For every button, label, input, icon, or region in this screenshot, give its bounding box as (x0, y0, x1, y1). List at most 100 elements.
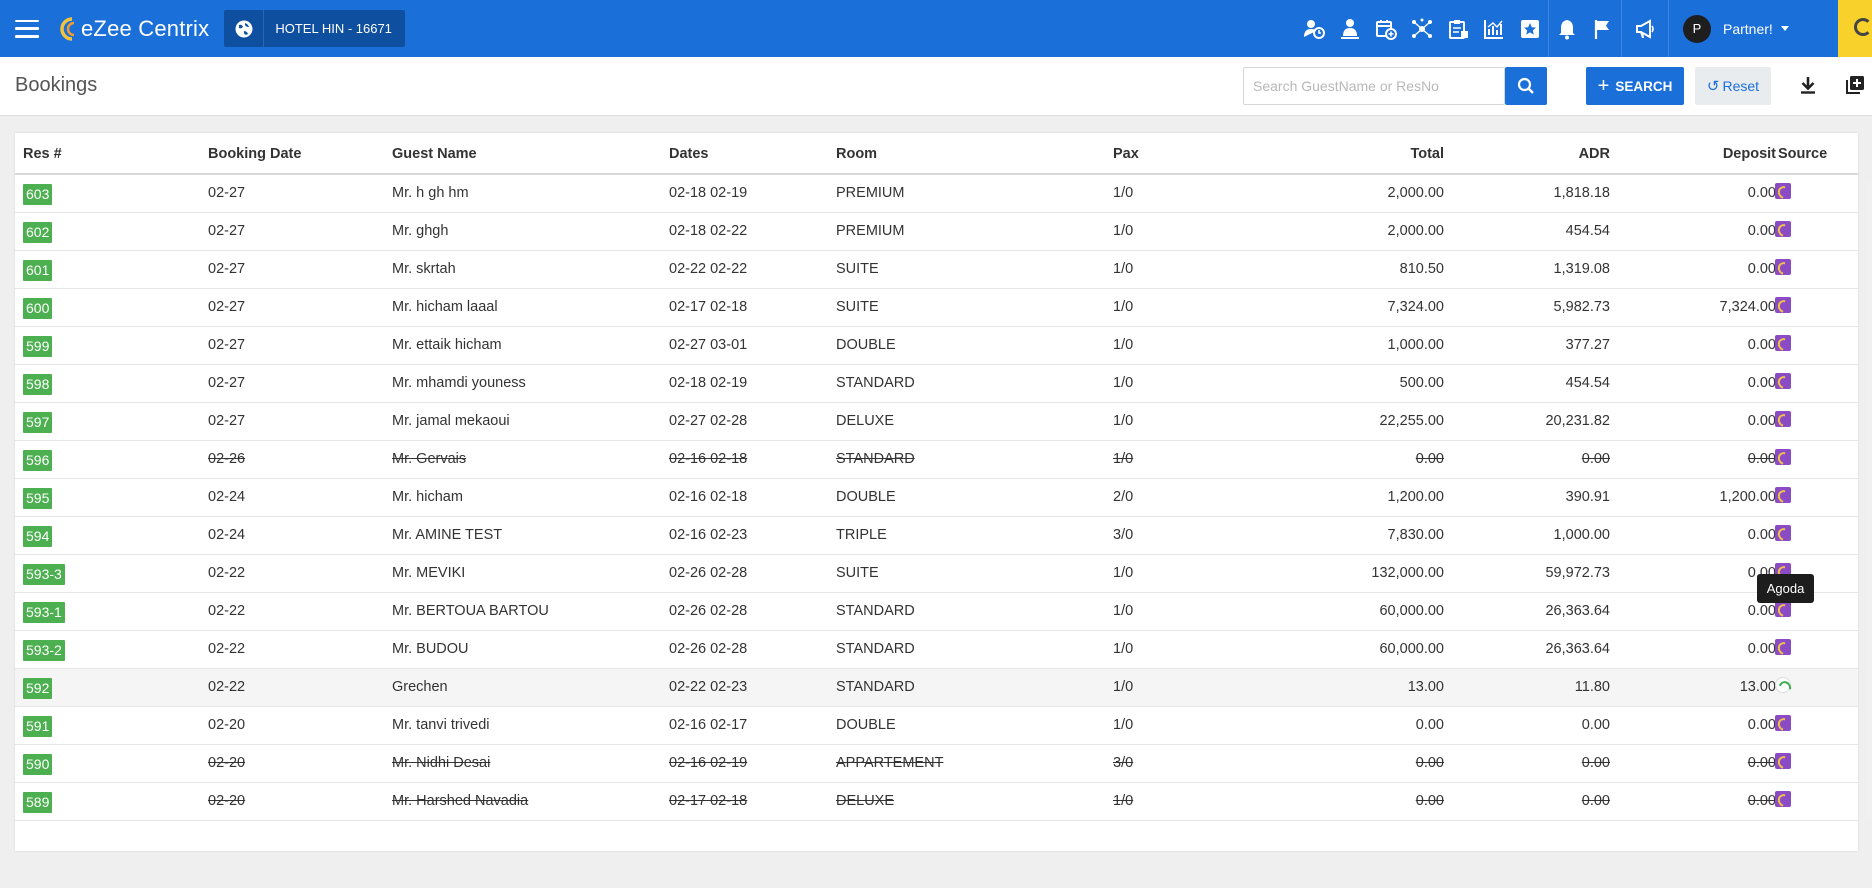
help-panel-tab[interactable] (1838, 0, 1872, 57)
add-booking-icon[interactable] (1845, 75, 1865, 100)
guest-name-cell[interactable]: Mr. tanvi trivedi (392, 717, 490, 733)
table-row[interactable]: 600 02-27 Mr. hicham laaal 02-17 02-18 SUITE… (15, 289, 1858, 327)
table-row[interactable]: 596 02-26 Mr. Gervais 02-16 02-18 STANDARD 1/… (15, 441, 1858, 479)
table-row[interactable]: 593-3 02-22 Mr. MEVIKI 02-26 02-28 SUITE 1/0 1… (15, 555, 1858, 593)
guest-name-cell[interactable]: Mr. hicham (392, 489, 463, 505)
column-header-source[interactable]: Source (1778, 146, 1827, 162)
search-input[interactable] (1243, 67, 1505, 105)
res-number-badge[interactable]: 597 (23, 412, 53, 433)
search-button[interactable] (1505, 67, 1547, 105)
ezee-source-icon[interactable] (1775, 335, 1791, 351)
ezee-source-icon[interactable] (1775, 259, 1791, 275)
res-number-badge[interactable]: 602 (23, 222, 53, 243)
guest-name-cell[interactable]: Mr. Gervais (392, 451, 466, 467)
res-number-badge[interactable]: 590 (23, 754, 53, 775)
guest-name-cell[interactable]: Grechen (392, 679, 448, 695)
chart-icon[interactable] (1476, 0, 1512, 57)
menu-icon[interactable] (15, 19, 39, 38)
table-row[interactable]: 593-2 02-22 Mr. BUDOU 02-26 02-28 STANDARD 1/… (15, 631, 1858, 669)
column-header-booking-date[interactable]: Booking Date (208, 146, 301, 162)
table-row[interactable]: 603 02-27 Mr. h gh hm 02-18 02-19 PREMIUM 1/0… (15, 175, 1858, 213)
table-row[interactable]: 602 02-27 Mr. ghgh 02-18 02-22 PREMIUM 1/0 2,0… (15, 213, 1858, 251)
column-header-adr[interactable]: ADR (1579, 146, 1610, 162)
res-number-badge[interactable]: 595 (23, 488, 53, 509)
ezee-source-icon[interactable] (1775, 639, 1791, 655)
ezee-source-icon[interactable] (1775, 297, 1791, 313)
res-number-badge[interactable]: 591 (23, 716, 53, 737)
ezee-source-icon[interactable] (1775, 715, 1791, 731)
ezee-source-icon[interactable] (1775, 601, 1791, 617)
ezee-source-icon[interactable] (1775, 373, 1791, 389)
column-header-room[interactable]: Room (836, 146, 877, 162)
table-row[interactable]: 591 02-20 Mr. tanvi trivedi 02-16 02-17 DOUB… (15, 707, 1858, 745)
res-number-badge[interactable]: 594 (23, 526, 53, 547)
megaphone-icon[interactable] (1622, 0, 1668, 57)
ezee-source-icon[interactable] (1775, 221, 1791, 237)
res-number-badge[interactable]: 599 (23, 336, 53, 357)
agoda-source-icon[interactable] (1775, 677, 1791, 693)
guest-name-cell[interactable]: Mr. BUDOU (392, 641, 469, 657)
table-row[interactable]: 592 02-22 Grechen 02-22 02-23 STANDARD 1/0 13.… (15, 669, 1858, 707)
guest-name-cell[interactable]: Mr. BERTOUA BARTOU (392, 603, 549, 619)
guest-name-cell[interactable]: Mr. Nidhi Desai (392, 755, 490, 771)
guest-name-cell[interactable]: Mr. ettaik hicham (392, 337, 502, 353)
brand-logo[interactable]: eZee Centrix (57, 16, 209, 42)
res-number-badge[interactable]: 589 (23, 792, 53, 813)
guest-name-cell[interactable]: Mr. jamal mekaoui (392, 413, 510, 429)
ezee-source-icon[interactable] (1775, 525, 1791, 541)
ezee-source-icon[interactable] (1775, 487, 1791, 503)
res-number-badge[interactable]: 593-1 (23, 602, 65, 623)
table-row[interactable]: 598 02-27 Mr. mhamdi youness 02-18 02-19 STA… (15, 365, 1858, 403)
hotel-selector[interactable]: HOTEL HIN - 16671 (224, 10, 405, 47)
ezee-source-icon[interactable] (1775, 791, 1791, 807)
guest-name-cell[interactable]: Mr. MEVIKI (392, 565, 465, 581)
guest-name-cell[interactable]: Mr. hicham laaal (392, 299, 498, 315)
res-number-badge[interactable]: 592 (23, 678, 53, 699)
table-row[interactable]: 590 02-20 Mr. Nidhi Desai 02-16 02-19 APPART… (15, 745, 1858, 783)
table-row[interactable]: 599 02-27 Mr. ettaik hicham 02-27 03-01 DOUB… (15, 327, 1858, 365)
column-header-guest-name[interactable]: Guest Name (392, 146, 477, 162)
column-header-pax[interactable]: Pax (1113, 146, 1139, 162)
res-number-badge[interactable]: 600 (23, 298, 53, 319)
res-number-badge[interactable]: 598 (23, 374, 53, 395)
ezee-source-icon[interactable] (1775, 449, 1791, 465)
ezee-source-icon[interactable] (1775, 753, 1791, 769)
calendar-add-icon[interactable] (1368, 0, 1404, 57)
scrollbar[interactable] (1866, 180, 1872, 820)
flag-icon[interactable] (1585, 0, 1621, 57)
guest-name-cell[interactable]: Mr. AMINE TEST (392, 527, 502, 543)
table-row[interactable]: 601 02-27 Mr. skrtah 02-22 02-22 SUITE 1/0 810… (15, 251, 1858, 289)
column-header-deposit[interactable]: Deposit (1723, 146, 1776, 162)
clipboard-icon[interactable] (1440, 0, 1476, 57)
star-plus-icon[interactable] (1512, 0, 1548, 57)
table-row[interactable]: 597 02-27 Mr. jamal mekaoui 02-27 02-28 DELU… (15, 403, 1858, 441)
column-header-total[interactable]: Total (1410, 146, 1444, 162)
guest-name-cell[interactable]: Mr. ghgh (392, 223, 448, 239)
user-menu[interactable]: P Partner! (1669, 0, 1789, 57)
table-row[interactable]: 593-1 02-22 Mr. BERTOUA BARTOU 02-26 02-28 S… (15, 593, 1858, 631)
ezee-source-icon[interactable] (1775, 183, 1791, 199)
departures-icon[interactable] (1332, 0, 1368, 57)
column-header-dates[interactable]: Dates (669, 146, 709, 162)
ezee-source-icon[interactable] (1775, 411, 1791, 427)
deposit-cell: 0.00 (1747, 641, 1776, 657)
network-icon[interactable] (1404, 0, 1440, 57)
guest-name-cell[interactable]: Mr. h gh hm (392, 185, 469, 201)
table-row[interactable]: 594 02-24 Mr. AMINE TEST 02-16 02-23 TRIPLE 3… (15, 517, 1858, 555)
res-number-badge[interactable]: 596 (23, 450, 53, 471)
guest-name-cell[interactable]: Mr. skrtah (392, 261, 456, 277)
guest-name-cell[interactable]: Mr. Harshed Navadia (392, 793, 528, 809)
table-row[interactable]: 595 02-24 Mr. hicham 02-16 02-18 DOUBLE 2/0 1,… (15, 479, 1858, 517)
column-header-res[interactable]: Res # (23, 146, 62, 162)
guest-name-cell[interactable]: Mr. mhamdi youness (392, 375, 526, 391)
res-number-badge[interactable]: 601 (23, 260, 53, 281)
advanced-search-button[interactable]: + SEARCH (1586, 67, 1684, 105)
reset-button[interactable]: ↺ Reset (1695, 67, 1771, 105)
res-number-badge[interactable]: 593-2 (23, 640, 65, 661)
res-number-badge[interactable]: 593-3 (23, 564, 65, 585)
arrivals-icon[interactable] (1296, 0, 1332, 57)
download-icon[interactable] (1798, 75, 1818, 100)
res-number-badge[interactable]: 603 (23, 184, 53, 205)
table-row[interactable]: 589 02-20 Mr. Harshed Navadia 02-17 02-18 DE… (15, 783, 1858, 821)
bell-icon[interactable] (1549, 0, 1585, 57)
